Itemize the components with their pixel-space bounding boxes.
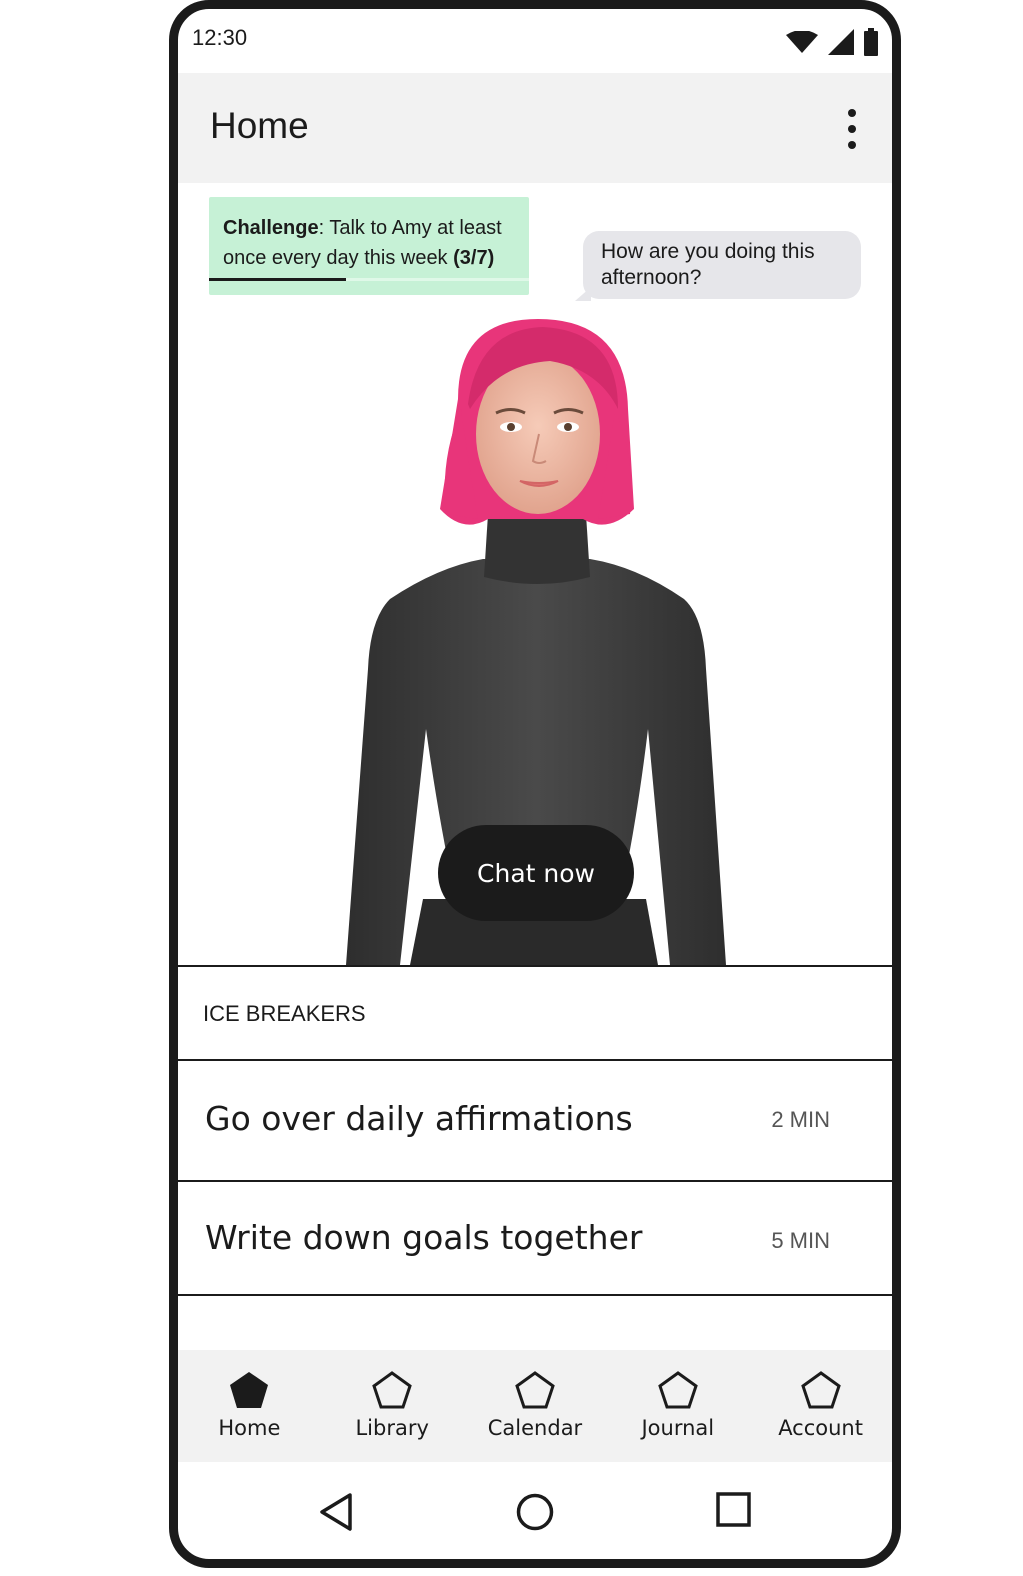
nav-item-account[interactable]: Account — [749, 1350, 892, 1462]
pentagon-outline-icon — [515, 1371, 555, 1409]
battery-icon — [864, 28, 878, 56]
ice-breaker-item[interactable]: Write down goals together 5 MIN — [178, 1182, 892, 1296]
phone-frame: 12:30 Home Challenge: Talk to Amy at lea… — [169, 0, 901, 1568]
challenge-progress-fill — [209, 278, 347, 281]
ice-breaker-duration: 2 MIN — [771, 1107, 830, 1132]
page-title: Home — [210, 105, 309, 146]
speech-bubble: How are you doing this afternoon? — [575, 231, 861, 301]
status-bar: 12:30 — [178, 9, 892, 73]
status-time: 12:30 — [192, 25, 248, 50]
challenge-text: Challenge: Talk to Amy at least — [223, 217, 502, 239]
status-icons — [786, 27, 878, 57]
more-options-icon[interactable] — [834, 109, 870, 149]
challenge-card[interactable]: Challenge: Talk to Amy at least once eve… — [209, 197, 529, 295]
challenge-progress-bar — [209, 278, 529, 281]
pentagon-filled-icon — [230, 1372, 269, 1408]
system-navigation-bar — [178, 1462, 892, 1559]
ice-breaker-label: Write down goals together — [205, 1218, 643, 1257]
ice-breaker-label: Go over daily affirmations — [205, 1099, 633, 1138]
nav-item-library[interactable]: Library — [321, 1350, 464, 1462]
nav-item-journal[interactable]: Journal — [606, 1350, 749, 1462]
challenge-label: Challenge — [223, 217, 319, 239]
cellular-signal-icon — [828, 29, 854, 55]
recents-square-icon[interactable] — [716, 1492, 752, 1528]
bottom-navigation: Home Library Calendar Journal Account — [178, 1350, 892, 1462]
back-icon[interactable] — [318, 1492, 354, 1532]
app-bar: Home — [178, 73, 892, 183]
challenge-progress-text: (3/7) — [453, 247, 495, 269]
pentagon-outline-icon — [658, 1371, 698, 1409]
section-title: ICE BREAKERS — [203, 1001, 366, 1026]
nav-item-home[interactable]: Home — [178, 1350, 321, 1462]
ice-breakers-header: ICE BREAKERS — [178, 965, 892, 1061]
home-circle-icon[interactable] — [515, 1492, 555, 1532]
pentagon-outline-icon — [800, 1371, 841, 1409]
ice-breaker-duration: 5 MIN — [771, 1228, 830, 1253]
ice-breaker-item[interactable]: Go over daily affirmations 2 MIN — [178, 1061, 892, 1182]
pentagon-outline-icon — [372, 1371, 412, 1409]
chat-now-button[interactable]: Chat now — [438, 825, 634, 921]
wifi-icon — [786, 31, 818, 53]
nav-item-calendar[interactable]: Calendar — [464, 1350, 607, 1462]
speech-bubble-tail — [575, 287, 591, 301]
